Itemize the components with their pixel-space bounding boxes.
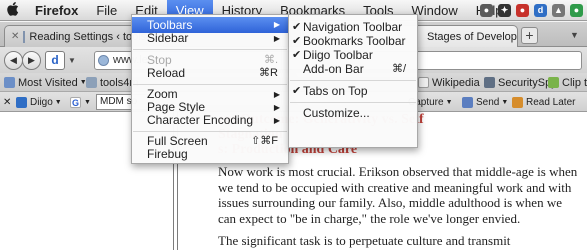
menu-item-label: Diigo Toolbar bbox=[303, 48, 373, 62]
view-menu-firebug[interactable]: Firebug bbox=[132, 148, 288, 161]
status-icon-6[interactable]: ● bbox=[570, 4, 583, 17]
toolbar-option-bookmarks[interactable]: ✔ Bookmarks Toolbar bbox=[289, 34, 417, 48]
article-paragraph: The significant task is to perpetuate cu… bbox=[218, 233, 511, 248]
bookmark-clip-to-evernote[interactable]: Clip to E bbox=[548, 75, 587, 90]
menu-item-label: Bookmarks Toolbar bbox=[303, 34, 406, 48]
toolbar-option-customize[interactable]: Customize... bbox=[289, 106, 417, 120]
status-icon-1[interactable]: ● bbox=[480, 4, 493, 17]
menu-separator bbox=[133, 84, 287, 85]
menu-item-label: Tabs on Top bbox=[303, 84, 368, 98]
menu-item-label: Full Screen bbox=[147, 134, 208, 148]
menu-item-label: Firebug bbox=[147, 147, 188, 161]
back-button[interactable]: ◀ bbox=[4, 51, 23, 70]
submenu-arrow-icon: ▶ bbox=[273, 90, 280, 99]
checkmark-icon: ✔ bbox=[292, 85, 302, 97]
status-icon-3[interactable]: ● bbox=[516, 4, 529, 17]
submenu-arrow-icon: ▶ bbox=[273, 116, 280, 125]
site-identity-icon[interactable] bbox=[98, 55, 109, 66]
folder-icon bbox=[4, 77, 15, 88]
submenu-arrow-icon: ▶ bbox=[273, 20, 280, 29]
diigo-logo-icon bbox=[16, 96, 27, 108]
toolbar-option-diigo[interactable]: ✔ Diigo Toolbar bbox=[289, 48, 417, 62]
menu-separator bbox=[290, 102, 416, 103]
menu-separator bbox=[133, 131, 287, 132]
menu-item-label: Toolbars bbox=[147, 18, 193, 32]
diigo-dropdown-icon[interactable]: ▼ bbox=[68, 56, 76, 65]
bookmark-icon bbox=[86, 77, 97, 88]
view-menu-character-encoding[interactable]: Character Encoding ▶ bbox=[132, 114, 288, 127]
favicon bbox=[23, 30, 26, 43]
checkmark-icon: ✔ bbox=[292, 49, 302, 61]
menu-item-label: Stop bbox=[147, 53, 172, 67]
bookmark-label: Clip to E bbox=[562, 76, 587, 89]
chevron-down-icon: ▼ bbox=[54, 98, 62, 106]
menu-item-label: Sidebar bbox=[147, 31, 189, 45]
toolbar-option-addon-bar[interactable]: Add-on Bar ⌘/ bbox=[289, 62, 417, 76]
menubar-status-area: ● ✦ ● d ▲ ● bbox=[480, 0, 583, 21]
tab-close-icon[interactable]: ✕ bbox=[11, 31, 19, 42]
article-paragraph: Now work is most crucial. Erikson observ… bbox=[218, 164, 578, 226]
send-label: Send bbox=[476, 96, 500, 108]
submenu-arrow-icon: ▶ bbox=[273, 103, 280, 112]
diigo-menu-button[interactable]: Diigo ▼ bbox=[16, 95, 62, 109]
bookmark-securityspy[interactable]: SecuritySpy bbox=[484, 75, 557, 90]
chevron-down-icon: ▼ bbox=[84, 98, 91, 106]
status-icon-2[interactable]: ✦ bbox=[498, 4, 511, 17]
status-icon-5[interactable]: ▲ bbox=[552, 4, 565, 17]
evernote-icon bbox=[548, 77, 559, 88]
menu-item-label: Customize... bbox=[303, 106, 370, 120]
toolbar-option-navigation[interactable]: ✔ Navigation Toolbar bbox=[289, 20, 417, 34]
menu-item-label: Navigation Toolbar bbox=[303, 20, 403, 34]
close-toolbar-icon[interactable]: ✕ bbox=[3, 95, 11, 109]
read-later-icon bbox=[512, 96, 523, 108]
menu-file[interactable]: File bbox=[87, 0, 126, 21]
bookmark-wikipedia[interactable]: Wikipedia bbox=[418, 75, 480, 90]
securityspy-icon bbox=[484, 77, 495, 88]
menu-item-label: Add-on Bar bbox=[303, 62, 364, 76]
menu-item-label: Reload bbox=[147, 66, 186, 80]
wikipedia-icon bbox=[418, 77, 429, 88]
bookmark-label: Most Visited bbox=[18, 76, 78, 89]
menu-item-label: Zoom bbox=[147, 87, 178, 101]
bookmark-label: Wikipedia bbox=[432, 76, 480, 89]
submenu-arrow-icon: ▶ bbox=[273, 34, 280, 43]
menu-shortcut: ⌘R bbox=[259, 67, 278, 79]
checkmark-icon: ✔ bbox=[292, 35, 302, 47]
chevron-down-icon: ▼ bbox=[501, 98, 509, 106]
toolbars-submenu: ✔ Navigation Toolbar ✔ Bookmarks Toolbar… bbox=[288, 14, 418, 148]
google-icon: G bbox=[70, 96, 81, 108]
menu-item-label: Page Style bbox=[147, 100, 206, 114]
new-tab-button[interactable]: + bbox=[521, 27, 538, 44]
menu-firefox[interactable]: Firefox bbox=[26, 0, 87, 21]
tab-list-icon[interactable]: ▼ bbox=[566, 27, 583, 44]
chevron-down-icon: ▼ bbox=[445, 98, 453, 106]
view-menu-dropdown: Toolbars ▶ Sidebar ▶ Stop ⌘. Reload ⌘R Z… bbox=[131, 14, 289, 164]
menu-shortcut: ⇧⌘F bbox=[251, 135, 278, 147]
checkmark-icon: ✔ bbox=[292, 21, 302, 33]
diigo-icon[interactable]: d bbox=[45, 51, 65, 70]
view-menu-sidebar[interactable]: Sidebar ▶ bbox=[132, 32, 288, 45]
forward-button[interactable]: ▶ bbox=[22, 51, 41, 70]
status-icon-4[interactable]: d bbox=[534, 4, 547, 17]
apple-menu-icon[interactable] bbox=[0, 1, 26, 19]
menu-separator bbox=[133, 49, 287, 50]
diigo-label: Diigo bbox=[30, 96, 53, 108]
view-menu-reload[interactable]: Reload ⌘R bbox=[132, 67, 288, 80]
menu-item-label: Character Encoding bbox=[147, 113, 254, 127]
read-later-button[interactable]: Read Later bbox=[512, 95, 575, 109]
google-search-engine-button[interactable]: G ▼ bbox=[70, 95, 91, 109]
toolbar-option-tabs-on-top[interactable]: ✔ Tabs on Top bbox=[289, 84, 417, 98]
menu-shortcut: ⌘/ bbox=[391, 63, 406, 75]
menu-separator bbox=[290, 80, 416, 81]
send-icon bbox=[462, 96, 473, 108]
bookmark-most-visited[interactable]: Most Visited ▼ bbox=[4, 75, 87, 90]
menu-shortcut: ⌘. bbox=[263, 54, 278, 66]
send-button[interactable]: Send ▼ bbox=[462, 95, 508, 109]
read-later-label: Read Later bbox=[526, 96, 576, 108]
